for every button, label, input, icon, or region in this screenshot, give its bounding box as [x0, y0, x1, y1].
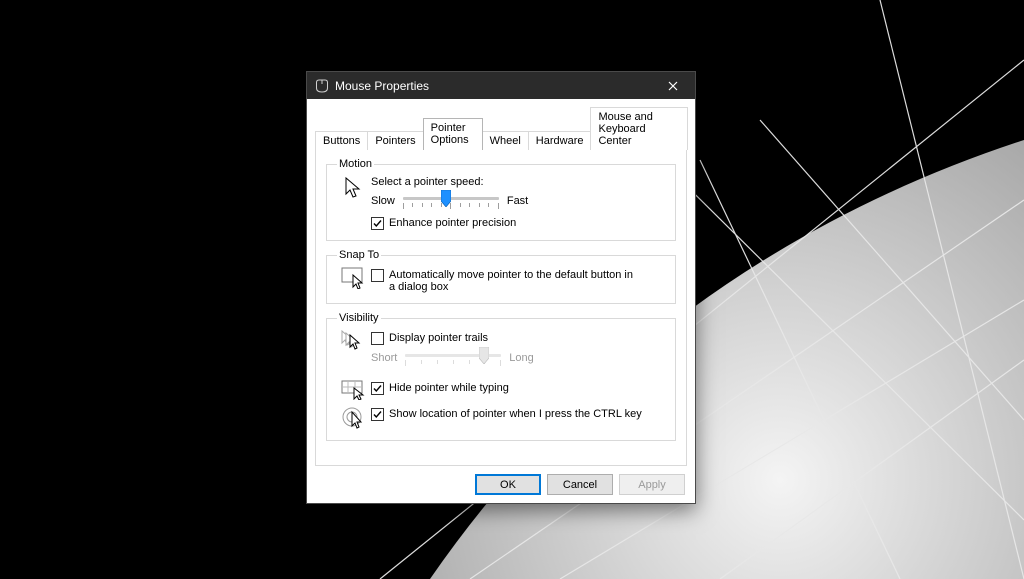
speed-slow-label: Slow [371, 195, 395, 207]
group-visibility-legend: Visibility [337, 312, 381, 324]
apply-button: Apply [619, 474, 685, 495]
tab-wheel[interactable]: Wheel [482, 131, 529, 150]
show-location-ctrl-checkbox[interactable] [371, 408, 384, 421]
dialog-client-area: Buttons Pointers Pointer Options Wheel H… [307, 99, 695, 503]
group-motion: Motion Select a pointer speed: Slow [326, 158, 676, 241]
mouse-icon [315, 79, 329, 93]
trails-long-label: Long [509, 352, 533, 364]
tab-pointers[interactable]: Pointers [367, 131, 423, 150]
ctrl-locate-icon [337, 406, 371, 430]
tab-pointer-options[interactable]: Pointer Options [423, 118, 483, 150]
tab-mouse-keyboard-center[interactable]: Mouse and Keyboard Center [590, 107, 688, 150]
enhance-precision-checkbox[interactable] [371, 217, 384, 230]
enhance-precision-label: Enhance pointer precision [389, 217, 516, 229]
cancel-button[interactable]: Cancel [547, 474, 613, 495]
close-button[interactable] [653, 72, 693, 99]
hide-while-typing-icon [337, 380, 371, 400]
auto-move-pointer-checkbox[interactable] [371, 269, 384, 282]
speed-fast-label: Fast [507, 195, 528, 207]
dialog-button-row: OK Cancel Apply [315, 466, 687, 495]
ok-button[interactable]: OK [475, 474, 541, 495]
hide-pointer-typing-checkbox[interactable] [371, 382, 384, 395]
show-location-ctrl-label: Show location of pointer when I press th… [389, 408, 642, 420]
tab-hardware[interactable]: Hardware [528, 131, 592, 150]
motion-cursor-icon [337, 176, 371, 203]
titlebar[interactable]: Mouse Properties [307, 72, 695, 99]
auto-move-pointer-label: Automatically move pointer to the defaul… [389, 269, 639, 293]
mouse-properties-dialog: Mouse Properties Buttons Pointers Pointe… [306, 71, 696, 504]
tab-strip: Buttons Pointers Pointer Options Wheel H… [315, 106, 687, 149]
tab-buttons[interactable]: Buttons [315, 131, 368, 150]
trails-short-label: Short [371, 352, 397, 364]
desktop: Mouse Properties Buttons Pointers Pointe… [0, 0, 1024, 579]
window-title: Mouse Properties [335, 79, 653, 93]
pointer-trails-icon [337, 330, 371, 352]
hide-pointer-typing-label: Hide pointer while typing [389, 382, 509, 394]
group-visibility: Visibility [326, 312, 676, 441]
pointer-speed-slider[interactable] [403, 191, 499, 211]
pointer-trails-slider [405, 348, 501, 368]
snap-to-icon [337, 267, 371, 289]
pointer-speed-thumb[interactable] [441, 190, 451, 207]
group-snap-to-legend: Snap To [337, 249, 381, 261]
group-motion-legend: Motion [337, 158, 374, 170]
select-pointer-speed-label: Select a pointer speed: [371, 176, 665, 188]
tab-panel-pointer-options: Motion Select a pointer speed: Slow [315, 149, 687, 466]
display-pointer-trails-checkbox[interactable] [371, 332, 384, 345]
group-snap-to: Snap To Automatically move pointer to [326, 249, 676, 304]
pointer-trails-thumb [479, 347, 489, 364]
display-pointer-trails-label: Display pointer trails [389, 332, 488, 344]
